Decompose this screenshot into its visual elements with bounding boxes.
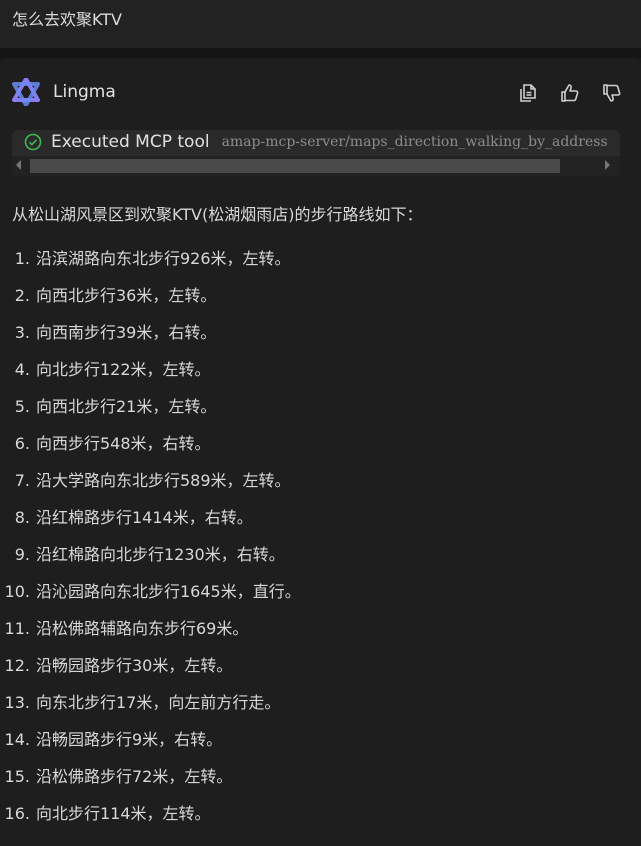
message-separator	[0, 48, 641, 58]
thumbs-up-icon	[561, 84, 579, 102]
list-item: 6. 向西步行548米，右转。	[14, 434, 211, 453]
agent-name: Lingma	[53, 82, 116, 102]
list-item: 15. 沿松佛路步行72米，左转。	[4, 767, 233, 786]
copy-icon	[520, 84, 536, 102]
thumbs-down-button[interactable]	[601, 82, 623, 104]
tool-status-label: Executed MCP tool	[51, 132, 210, 152]
list-item: 8. 沿红棉路步行1414米，右转。	[14, 508, 253, 527]
copy-button[interactable]	[517, 82, 539, 104]
list-item: 1. 沿滨湖路向东北步行926米，左转。	[14, 249, 291, 268]
thumbs-up-button[interactable]	[559, 82, 581, 104]
tool-call-row: Executed MCP tool amap-mcp-server/maps_d…	[24, 132, 608, 152]
list-item: 11. 沿松佛路辅路向东步行69米。	[4, 619, 249, 638]
list-item: 5. 向西北步行21米，左转。	[14, 397, 217, 416]
list-item: 13. 向东北步行17米，向左前方行走。	[4, 693, 281, 712]
list-item: 14. 沿畅园路步行9米，右转。	[4, 730, 223, 749]
check-circle-icon	[24, 133, 42, 151]
list-item: 7. 沿大学路向东北步行589米，左转。	[14, 471, 291, 490]
list-item: 3. 向西南步行39米，右转。	[14, 323, 217, 342]
user-message-text: 怎么去欢聚KTV	[12, 10, 122, 29]
tool-name: amap-mcp-server/maps_direction_walking_b…	[221, 134, 608, 150]
scroll-left-arrow-icon[interactable]	[16, 160, 21, 170]
list-item: 12. 沿畅园路步行30米，左转。	[4, 656, 233, 675]
thumbs-down-icon	[603, 84, 621, 102]
tool-call-block: Executed MCP tool amap-mcp-server/maps_d…	[12, 130, 620, 176]
scroll-right-arrow-icon[interactable]	[605, 160, 610, 170]
response-intro: 从松山湖风景区到欢聚KTV(松湖烟雨店)的步行路线如下：	[12, 205, 423, 224]
scrollbar-thumb[interactable]	[30, 159, 560, 173]
lingma-logo-icon	[12, 78, 40, 106]
list-item: 2. 向西北步行36米，左转。	[14, 286, 217, 305]
list-item: 4. 向北步行122米，左转。	[14, 360, 211, 379]
horizontal-scrollbar[interactable]	[12, 156, 620, 176]
list-item: 16. 向北步行114米，左转。	[4, 804, 211, 823]
list-item: 10. 沿沁园路向东北步行1645米，直行。	[4, 582, 301, 601]
agent-response-panel: Lingma Executed MCP tool amap-mcp-server…	[0, 58, 641, 846]
list-item: 9. 沿红棉路向北步行1230米，右转。	[14, 545, 285, 564]
user-message-bubble: 怎么去欢聚KTV	[0, 0, 641, 48]
response-actions	[517, 82, 623, 104]
walking-steps-list: 1. 沿滨湖路向东北步行926米，左转。 2. 向西北步行36米，左转。 3. 向西南…	[0, 248, 641, 840]
